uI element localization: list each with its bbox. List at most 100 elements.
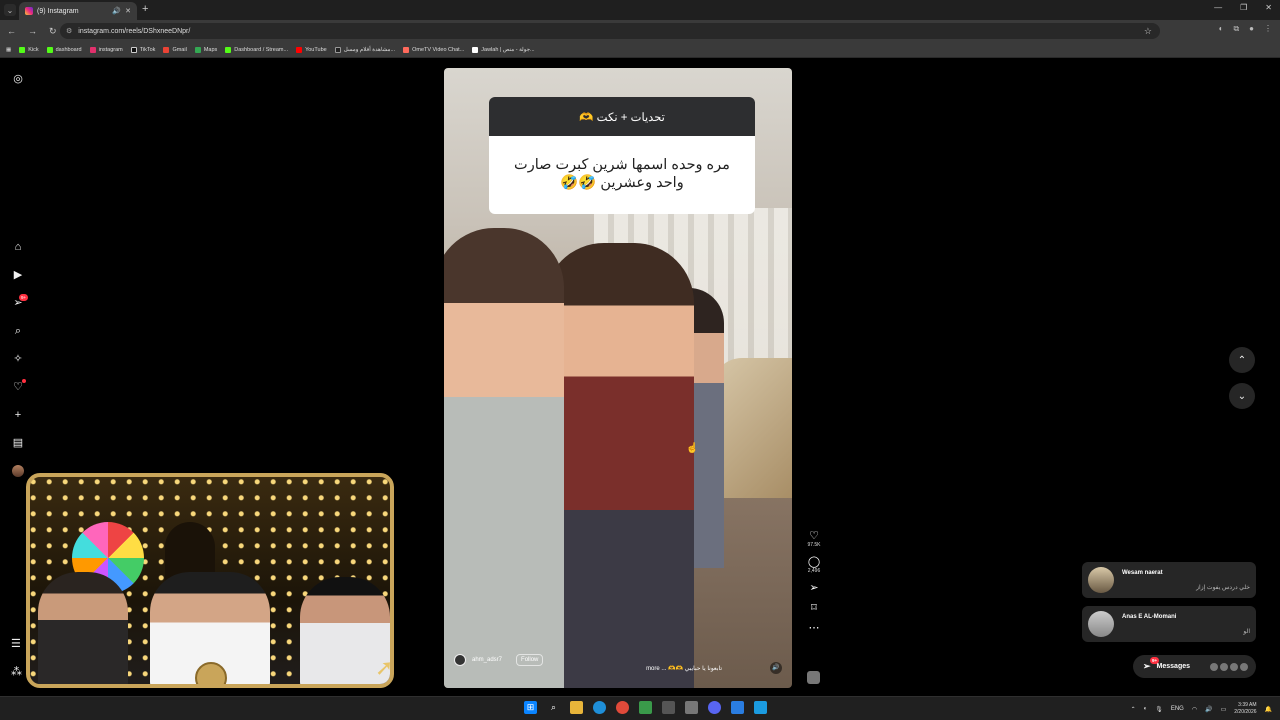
- close-window-icon[interactable]: ✕: [1265, 3, 1272, 12]
- tab-audio-icon[interactable]: 🔊: [112, 7, 121, 15]
- thread-name: Wesam naerat: [1122, 570, 1163, 576]
- bookmark-jawlah[interactable]: Jawlah | جولة - منص...: [472, 46, 535, 53]
- bookmark-gmail[interactable]: Gmail: [163, 46, 187, 53]
- forward-icon[interactable]: →: [28, 26, 37, 37]
- profile-avatar[interactable]: [12, 465, 24, 477]
- dashboard-icon[interactable]: ▤: [11, 436, 25, 450]
- url-bar[interactable]: ⚙ instagram.com/reels/DShxneeDNpr/ ☆: [60, 23, 1160, 39]
- wifi-icon[interactable]: ◠: [1192, 706, 1197, 713]
- file-explorer-icon[interactable]: [570, 701, 583, 714]
- browser-tab[interactable]: (9) Instagram 🔊 ✕: [19, 2, 137, 20]
- create-plus-icon[interactable]: +: [11, 408, 25, 422]
- message-thread[interactable]: Wesam naerat خلي دردس يفوت إزاز: [1082, 562, 1256, 598]
- site-info-icon[interactable]: ⚙: [66, 27, 72, 35]
- windows-start-icon[interactable]: ⊞: [524, 701, 537, 714]
- bookmark-tiktok[interactable]: TikTok: [130, 46, 155, 53]
- chevron-up-icon: ⌃: [1237, 354, 1247, 366]
- chrome-icon[interactable]: [616, 701, 629, 714]
- caption-header: تحديات + نكت 🫶: [489, 97, 755, 136]
- app-icon[interactable]: [731, 701, 744, 714]
- tab-search-icon[interactable]: ⌄: [4, 4, 16, 16]
- store-icon[interactable]: [639, 701, 652, 714]
- bookmark-maps[interactable]: Maps: [194, 46, 217, 53]
- more-dots-icon: ⋯: [808, 622, 820, 634]
- follow-button[interactable]: Follow: [516, 654, 544, 666]
- author-username[interactable]: ahm_adsr7: [472, 657, 502, 663]
- like-button[interactable]: ♡ 97.5K: [803, 530, 825, 548]
- reel-description[interactable]: تابعونا يا حبايبي 🫶🫶 ... more: [646, 665, 722, 672]
- microphone-icon[interactable]: 🎙: [1155, 706, 1163, 713]
- next-reel-button[interactable]: ⌄: [1229, 383, 1255, 409]
- search-icon[interactable]: ⌕: [11, 324, 25, 338]
- menu-icon[interactable]: ⋮: [1264, 24, 1272, 34]
- reel-author-row: ahm_adsr7 Follow: [454, 654, 544, 666]
- bookmark-stream-dashboard[interactable]: Dashboard / Stream...: [225, 46, 288, 53]
- bookmark-dashboard[interactable]: dashboard: [46, 46, 82, 53]
- new-tab-button[interactable]: +: [142, 3, 148, 15]
- clock[interactable]: 3:39 AM 2/20/2026: [1234, 702, 1256, 716]
- explore-icon[interactable]: ✧: [11, 352, 25, 366]
- taskbar-apps: ⊞ ⌕: [524, 701, 767, 714]
- avatar: [1088, 567, 1114, 593]
- puzzle-icon[interactable]: ⧉: [1233, 24, 1239, 34]
- language-indicator[interactable]: ENG: [1171, 706, 1184, 712]
- caption-body: مره وحده اسمها شرين كبرت صارت واحد وعشري…: [489, 136, 755, 214]
- bookmark-youtube[interactable]: YouTube: [296, 46, 327, 53]
- mouse-cursor-icon: ☝: [686, 443, 699, 454]
- instagram-favicon-icon: [25, 7, 33, 15]
- bookmark-kick[interactable]: Kick: [19, 46, 39, 53]
- system-tray: ⌃ ◐ 🎙 ENG ◠ 🔊 ▭ 3:39 AM 2/20/2026 🔔: [1131, 702, 1272, 716]
- more-options-button[interactable]: ⋯: [803, 622, 825, 634]
- tray-chevron-icon[interactable]: ⌃: [1131, 706, 1136, 713]
- profile-icon[interactable]: ●: [1249, 24, 1254, 34]
- volume-icon[interactable]: 🔊: [1205, 706, 1212, 713]
- audio-thumbnail[interactable]: [807, 671, 820, 684]
- bookmark-movies[interactable]: مشاهدة أفلام ومسل...: [334, 46, 395, 53]
- thread-preview: الو: [1243, 629, 1250, 635]
- app-icon[interactable]: [685, 701, 698, 714]
- address-toolbar: ← → ↻ ⚙ instagram.com/reels/DShxneeDNpr/…: [0, 20, 1280, 42]
- maximize-icon[interactable]: ❐: [1240, 3, 1247, 12]
- decorative-cursor-icon: ➚: [375, 655, 394, 680]
- messages-button[interactable]: ➢ 9+ Messages: [1133, 655, 1256, 678]
- instagram-logo-icon[interactable]: ◎: [11, 72, 25, 86]
- avatar: [1088, 611, 1114, 637]
- comment-button[interactable]: ◯ 2,496: [803, 556, 825, 574]
- reels-icon[interactable]: ▶: [11, 268, 25, 282]
- discord-icon[interactable]: [708, 701, 721, 714]
- chevron-down-icon: ⌄: [1237, 390, 1247, 402]
- send-icon: ➢: [809, 582, 819, 594]
- reel-video[interactable]: تحديات + نكت 🫶 مره وحده اسمها شرين كبرت …: [444, 68, 792, 688]
- app-icon[interactable]: [662, 701, 675, 714]
- home-icon[interactable]: ⌂: [11, 240, 25, 254]
- share-button[interactable]: ➢: [803, 582, 825, 594]
- edge-icon[interactable]: [593, 701, 606, 714]
- apps-grid-icon[interactable]: ▦: [6, 47, 11, 53]
- back-icon[interactable]: ←: [7, 26, 16, 37]
- bookmark-star-icon[interactable]: ☆: [1144, 26, 1152, 37]
- bookmark-instagram[interactable]: instagram: [89, 46, 123, 53]
- save-button[interactable]: ⌑: [803, 602, 825, 614]
- browser-tab-bar: ⌄ (9) Instagram 🔊 ✕ + — ❐ ✕: [0, 0, 1280, 20]
- mute-icon[interactable]: 🔊: [770, 662, 782, 674]
- reload-icon[interactable]: ↻: [49, 26, 57, 37]
- tray-app-icon[interactable]: ◐: [1144, 706, 1148, 712]
- bookmark-icon: ⌑: [811, 602, 817, 614]
- messages-badge: 9+: [19, 294, 29, 301]
- minimize-icon[interactable]: —: [1214, 3, 1222, 12]
- video-caption-card: تحديات + نكت 🫶 مره وحده اسمها شرين كبرت …: [489, 97, 755, 214]
- telegram-icon[interactable]: [754, 701, 767, 714]
- tab-close-icon[interactable]: ✕: [125, 7, 131, 15]
- meta-apps-icon[interactable]: ⁂: [11, 665, 22, 678]
- bookmark-ometv[interactable]: OmeTV Video Chat...: [403, 46, 464, 53]
- previous-reel-button[interactable]: ⌃: [1229, 347, 1255, 373]
- battery-icon[interactable]: ▭: [1221, 706, 1227, 713]
- notification-dot: [22, 379, 26, 383]
- extension-icon[interactable]: ◐: [1219, 24, 1224, 34]
- more-menu-icon[interactable]: ☰: [11, 637, 21, 650]
- messages-badge: 9+: [1150, 657, 1160, 664]
- search-icon[interactable]: ⌕: [547, 701, 560, 714]
- message-thread[interactable]: Anas E AL-Momani الو: [1082, 606, 1256, 642]
- author-avatar[interactable]: [454, 654, 466, 666]
- notifications-icon[interactable]: 🔔: [1265, 706, 1272, 713]
